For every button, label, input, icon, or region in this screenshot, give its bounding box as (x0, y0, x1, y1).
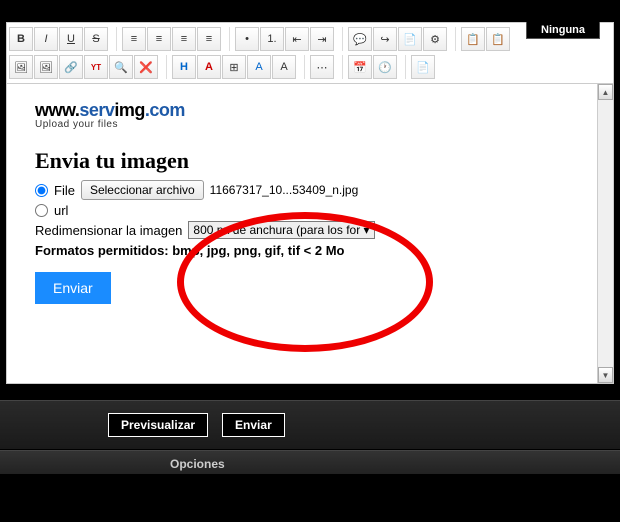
resize-row: Redimensionar la imagen 800 px de anchur… (35, 221, 569, 239)
heading-button[interactable]: H (172, 55, 196, 79)
servimg-logo: www.servimg.com (35, 100, 569, 121)
selected-filename: 11667317_10...53409_n.jpg (210, 183, 359, 197)
editor-toolbar: B I U S ≡ ≡ ≡ ≡ • 1. ⇤ ⇥ 💬 ↪ 📄 ⚙ 📋 📋 🖼 🖼… (6, 22, 614, 84)
paste-plain-button[interactable]: 📋 (486, 27, 510, 51)
file-radio[interactable] (35, 184, 48, 197)
separator (335, 27, 343, 51)
vertical-scrollbar[interactable]: ▲ ▼ (598, 84, 614, 384)
align-center-button[interactable]: ≡ (147, 27, 171, 51)
upload-submit-button[interactable]: Enviar (35, 272, 111, 304)
logo-subtitle: Upload your files (35, 119, 569, 130)
scroll-down-icon[interactable]: ▼ (598, 367, 613, 383)
list-number-button[interactable]: 1. (260, 27, 284, 51)
bottom-action-bar: Previsualizar Enviar (0, 400, 620, 450)
reply-button[interactable]: ↪ (373, 27, 397, 51)
resize-label: Redimensionar la imagen (35, 223, 182, 238)
file-label: File (54, 183, 75, 198)
separator (222, 27, 230, 51)
separator (159, 55, 167, 79)
upload-title: Envia tu imagen (35, 148, 569, 174)
quote-button[interactable]: 💬 (348, 27, 372, 51)
remove-button[interactable]: ❌ (134, 55, 158, 79)
options-bar[interactable]: Opciones (0, 450, 620, 474)
top-tab-none[interactable]: Ninguna (526, 22, 600, 39)
font-color-button[interactable]: A (197, 55, 221, 79)
resize-select[interactable]: 800 px de anchura (para los for ▾ (188, 221, 374, 239)
underline-button[interactable]: U (59, 27, 83, 51)
preview-button[interactable]: Previsualizar (108, 413, 208, 437)
outdent-button[interactable]: ⇤ (285, 27, 309, 51)
editor-content[interactable]: www.servimg.com Upload your files Envia … (6, 84, 598, 384)
list-bullet-button[interactable]: • (235, 27, 259, 51)
file-option-row: File Seleccionar archivo 11667317_10...5… (35, 180, 569, 200)
send-button[interactable]: Enviar (222, 413, 285, 437)
font-button[interactable]: A (247, 55, 271, 79)
more-button[interactable]: ⋯ (310, 55, 334, 79)
time-button[interactable]: 🕐 (373, 55, 397, 79)
document-button[interactable]: 📄 (411, 55, 435, 79)
toolbar-row-1: B I U S ≡ ≡ ≡ ≡ • 1. ⇤ ⇥ 💬 ↪ 📄 ⚙ 📋 📋 (9, 25, 611, 53)
bold-button[interactable]: B (9, 27, 33, 51)
align-right-button[interactable]: ≡ (172, 27, 196, 51)
align-left-button[interactable]: ≡ (122, 27, 146, 51)
url-radio[interactable] (35, 204, 48, 217)
separator (109, 27, 117, 51)
align-justify-button[interactable]: ≡ (197, 27, 221, 51)
editor-wrapper: www.servimg.com Upload your files Envia … (6, 84, 614, 384)
paste-button[interactable]: 📋 (461, 27, 485, 51)
italic-button[interactable]: I (34, 27, 58, 51)
separator (448, 27, 456, 51)
toolbar-row-2: 🖼 🖼 🔗 YT 🔍 ❌ H A ⊞ A A ⋯ 📅 🕐 📄 (9, 53, 611, 81)
url-label: url (54, 203, 68, 218)
separator (398, 55, 406, 79)
link-button[interactable]: 🔗 (59, 55, 83, 79)
youtube-button[interactable]: YT (84, 55, 108, 79)
formats-text: Formatos permitidos: bmp, jpg, png, gif,… (35, 243, 569, 258)
font-size-button[interactable]: A (272, 55, 296, 79)
separator (335, 55, 343, 79)
choose-file-button[interactable]: Seleccionar archivo (81, 180, 204, 200)
calendar-button[interactable]: 📅 (348, 55, 372, 79)
url-option-row: url (35, 203, 569, 218)
search-button[interactable]: 🔍 (109, 55, 133, 79)
strike-button[interactable]: S (84, 27, 108, 51)
image-button[interactable]: 🖼 (9, 55, 33, 79)
scroll-up-icon[interactable]: ▲ (598, 84, 613, 100)
image-host-button[interactable]: 🖼 (34, 55, 58, 79)
settings-button[interactable]: ⚙ (423, 27, 447, 51)
table-button[interactable]: ⊞ (222, 55, 246, 79)
indent-button[interactable]: ⇥ (310, 27, 334, 51)
page-button[interactable]: 📄 (398, 27, 422, 51)
separator (297, 55, 305, 79)
